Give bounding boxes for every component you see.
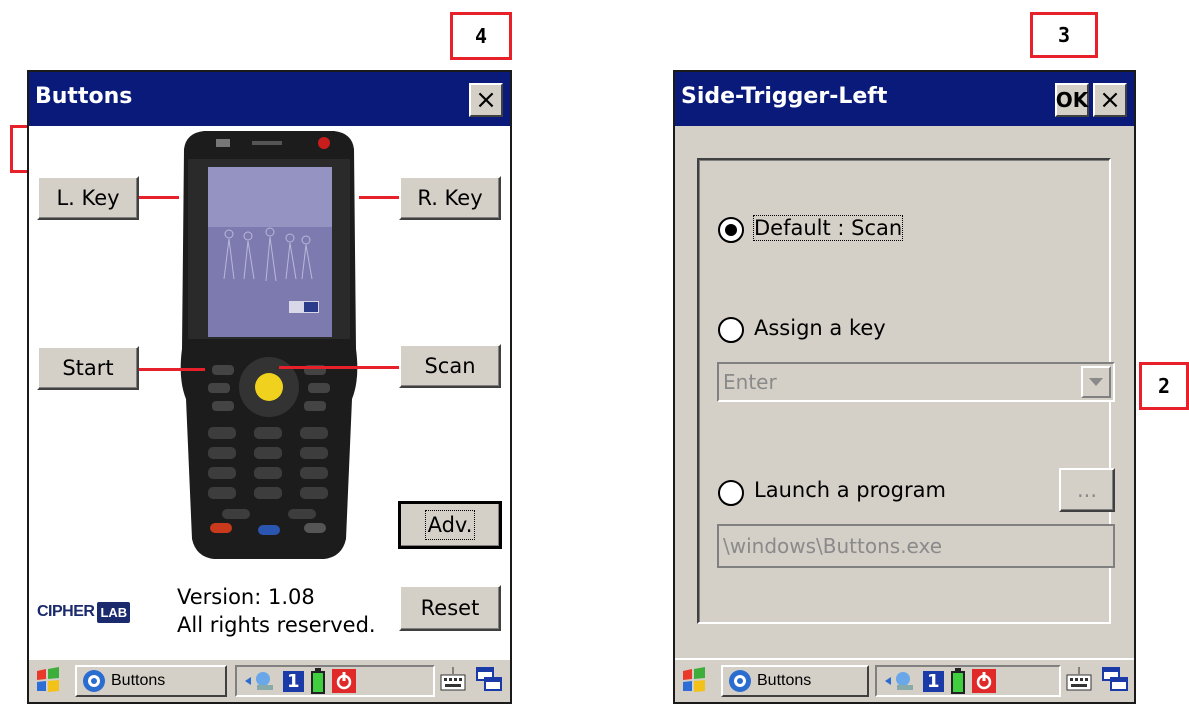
window-title: Side-Trigger-Left [681,84,888,109]
radio-assign-key[interactable] [718,317,744,343]
device-image [174,129,364,561]
l-key-button[interactable]: L. Key [37,176,139,220]
system-tray: 1 [235,665,435,697]
battery-icon[interactable] [310,668,326,694]
label-default-scan[interactable]: Default : Scan [752,215,904,241]
radio-selected-dot [725,224,737,236]
l-key-label: L. Key [56,186,120,210]
app-globe-icon [83,670,105,692]
network-icon[interactable] [883,669,917,693]
version-text: Version: 1.08 [177,585,315,609]
cipherlab-logo: CIPHER LAB [37,597,131,627]
assign-key-value: Enter [723,370,777,394]
network-icon[interactable] [243,669,277,693]
assign-key-dropdown[interactable]: Enter [717,362,1115,402]
r-key-button[interactable]: R. Key [399,176,501,220]
label-assign-key[interactable]: Assign a key [754,316,886,340]
window-switch-icon [1102,667,1128,691]
app-globe-icon [729,670,751,692]
chevron-down-icon [1089,378,1103,386]
scan-button[interactable]: Scan [399,344,501,388]
start-menu-button[interactable] [33,665,67,697]
keyboard-button[interactable] [1065,665,1095,697]
power-icon[interactable] [971,669,996,693]
device-illustration-icon [180,131,358,559]
keyboard-button[interactable] [439,665,469,697]
rights-text: All rights reserved. [177,613,376,637]
connector-start [137,368,205,371]
windows-flag-icon [683,667,705,692]
taskbar-task-label: Buttons [757,672,812,689]
system-tray: 1 [875,665,1061,697]
side-trigger-window: Side-Trigger-Left OK × Default : Scan As… [673,70,1136,704]
browse-label: ... [1076,478,1098,502]
keyboard-icon [440,667,466,691]
taskbar-task-label: Buttons [111,672,166,689]
keyboard-icon [1066,667,1092,691]
taskbar: Buttons 1 [675,658,1134,702]
taskbar: Buttons 1 [29,658,510,702]
reset-label: Reset [420,596,480,620]
ok-button[interactable]: OK [1055,83,1089,117]
r-key-label: R. Key [417,186,483,210]
taskbar-task-buttons[interactable]: Buttons [721,665,869,697]
window-switch-icon [476,667,502,691]
label-launch-program[interactable]: Launch a program [754,478,946,502]
title-bar: Buttons × [29,72,510,126]
windows-flag-icon [37,667,59,692]
close-button[interactable]: × [469,83,503,117]
callout-3: 3 [1030,12,1098,58]
start-button[interactable]: Start [37,346,139,390]
program-path-field[interactable]: \windows\Buttons.exe [717,524,1115,568]
battery-icon[interactable] [950,668,966,694]
connector-l-key [137,196,179,199]
radio-default-scan[interactable] [718,217,744,243]
close-button[interactable]: × [1093,83,1127,117]
tray-number-badge[interactable]: 1 [283,670,304,692]
connector-r-key [359,196,401,199]
start-label: Start [62,356,114,380]
logo-lab-text: LAB [97,601,131,623]
callout-4: 4 [450,12,512,60]
taskbar-task-buttons[interactable]: Buttons [75,665,227,697]
connector-scan [279,366,401,369]
buttons-window: Buttons × L. Key R. Key Start Scan Adv. … [27,70,512,704]
windows-switch-button[interactable] [475,665,505,697]
program-path-value: \windows\Buttons.exe [723,534,943,558]
power-icon[interactable] [331,669,356,693]
scan-label: Scan [424,354,476,378]
window-title: Buttons [35,84,133,109]
title-bar: Side-Trigger-Left OK × [675,72,1134,126]
reset-button[interactable]: Reset [399,585,501,631]
windows-switch-button[interactable] [1101,665,1131,697]
logo-cipher-text: CIPHER [37,603,95,620]
browse-button[interactable]: ... [1059,468,1115,512]
adv-button[interactable]: Adv. [398,501,502,549]
dropdown-arrow-button[interactable] [1081,366,1111,398]
callout-2: 2 [1139,362,1189,410]
radio-launch-program[interactable] [718,480,744,506]
adv-label: Adv. [424,510,476,540]
tray-number-badge[interactable]: 1 [923,670,944,692]
start-menu-button[interactable] [679,665,713,697]
